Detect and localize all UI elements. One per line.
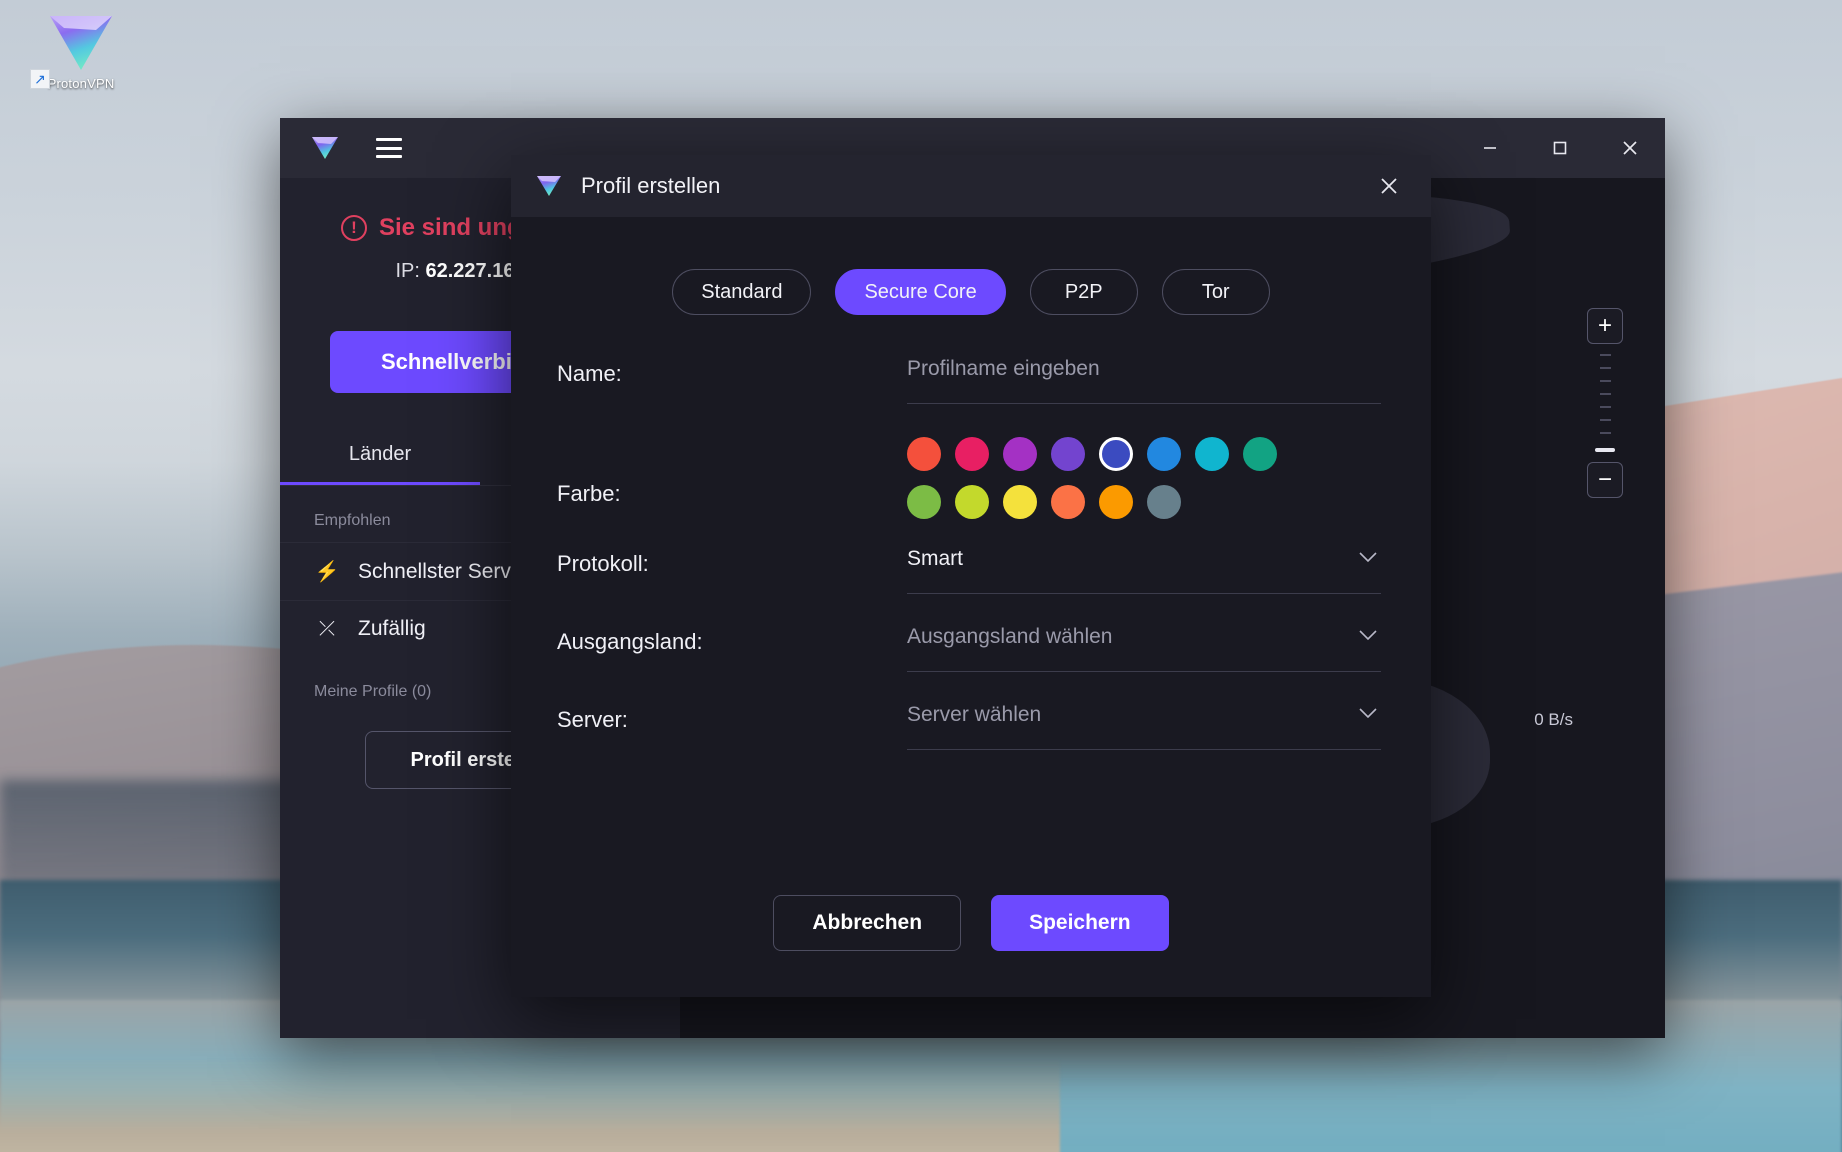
profile-form: Name: Farbe: Protokoll: Smart — [557, 357, 1381, 781]
protocol-label: Protokoll: — [557, 551, 649, 576]
exit-country-label: Ausgangsland: — [557, 629, 703, 654]
ip-label: IP: — [395, 260, 420, 282]
dialog-title: Profil erstellen — [581, 173, 721, 198]
close-button[interactable] — [1595, 118, 1665, 178]
chevron-down-icon — [1359, 706, 1377, 724]
color-swatch[interactable] — [907, 485, 941, 519]
speed-readout: 0 B/s — [1534, 710, 1573, 729]
desktop-icon-protonvpn[interactable]: ↗ ProtonVPN — [26, 6, 136, 91]
form-row-server: Server: Server wählen — [557, 703, 1381, 781]
color-swatch[interactable] — [955, 485, 989, 519]
zoom-slider-thumb[interactable] — [1595, 448, 1615, 452]
field-underline — [907, 749, 1381, 750]
color-swatch[interactable] — [1051, 485, 1085, 519]
save-button[interactable]: Speichern — [991, 895, 1169, 951]
color-swatch[interactable] — [1243, 437, 1277, 471]
color-label: Farbe: — [557, 481, 621, 506]
bolt-icon: ⚡ — [314, 561, 340, 583]
dialog-header: Profil erstellen — [511, 155, 1431, 217]
color-swatch[interactable] — [1051, 437, 1085, 471]
color-swatch[interactable] — [1099, 485, 1133, 519]
tab-tor[interactable]: Tor — [1161, 269, 1270, 315]
create-profile-dialog: Profil erstellen Standard Secure Core P2… — [511, 155, 1431, 997]
tab-standard[interactable]: Standard — [672, 269, 812, 315]
protonvpn-logo-icon — [535, 174, 563, 198]
color-swatch-grid — [907, 435, 1381, 519]
server-value: Server wählen — [907, 703, 1042, 726]
color-swatch-row — [907, 485, 1381, 519]
exit-country-select[interactable]: Ausgangsland wählen — [907, 625, 1381, 649]
wallpaper-grass — [0, 1060, 1060, 1152]
zoom-slider-track[interactable] — [1599, 354, 1611, 434]
cancel-button[interactable]: Abbrechen — [773, 895, 962, 951]
color-swatch[interactable] — [1147, 485, 1181, 519]
color-swatch-row — [907, 437, 1381, 471]
color-swatch[interactable] — [1099, 437, 1133, 471]
list-item-label: Zufällig — [358, 617, 426, 640]
chevron-down-icon — [1359, 550, 1377, 568]
form-row-color: Farbe: — [557, 435, 1381, 547]
shortcut-arrow-icon: ↗ — [30, 69, 50, 89]
hamburger-menu-icon[interactable] — [376, 138, 402, 158]
color-swatch[interactable] — [907, 437, 941, 471]
minimize-button[interactable] — [1455, 118, 1525, 178]
field-underline — [907, 593, 1381, 594]
profile-name-input[interactable] — [907, 357, 1381, 381]
protonvpn-logo-icon — [310, 135, 340, 161]
list-item-label: Schnellster Server — [358, 559, 530, 583]
form-row-protocol: Protokoll: Smart — [557, 547, 1381, 625]
exit-country-value: Ausgangsland wählen — [907, 625, 1113, 648]
warning-icon: ! — [340, 215, 367, 241]
protonvpn-logo-icon — [44, 10, 118, 74]
color-swatch[interactable] — [1003, 437, 1037, 471]
protocol-value: Smart — [907, 547, 964, 570]
profile-type-tabs: Standard Secure Core P2P Tor — [511, 269, 1431, 315]
server-select[interactable]: Server wählen — [907, 703, 1381, 727]
form-row-name: Name: — [557, 357, 1381, 435]
sidebar-tab-countries[interactable]: Länder — [280, 425, 480, 485]
color-swatch[interactable] — [1195, 437, 1229, 471]
color-swatch[interactable] — [1147, 437, 1181, 471]
name-label: Name: — [557, 361, 622, 386]
maximize-button[interactable] — [1525, 118, 1595, 178]
dialog-actions: Abbrechen Speichern — [511, 895, 1431, 951]
window-controls — [1455, 118, 1665, 178]
server-label: Server: — [557, 707, 628, 732]
zoom-in-button[interactable]: + — [1587, 308, 1623, 344]
form-row-exit-country: Ausgangsland: Ausgangsland wählen — [557, 625, 1381, 703]
tab-secure-core[interactable]: Secure Core — [835, 269, 1006, 315]
zoom-out-button[interactable]: − — [1587, 462, 1623, 498]
chevron-down-icon — [1359, 628, 1377, 646]
close-icon[interactable] — [1359, 155, 1419, 217]
field-underline — [907, 403, 1381, 404]
color-swatch[interactable] — [955, 437, 989, 471]
map-zoom-control: + − — [1587, 308, 1623, 498]
tab-p2p[interactable]: P2P — [1029, 269, 1138, 315]
color-swatch[interactable] — [1003, 485, 1037, 519]
field-underline — [907, 671, 1381, 672]
protocol-select[interactable]: Smart — [907, 547, 1381, 571]
shuffle-icon: ⤫ — [319, 617, 335, 640]
